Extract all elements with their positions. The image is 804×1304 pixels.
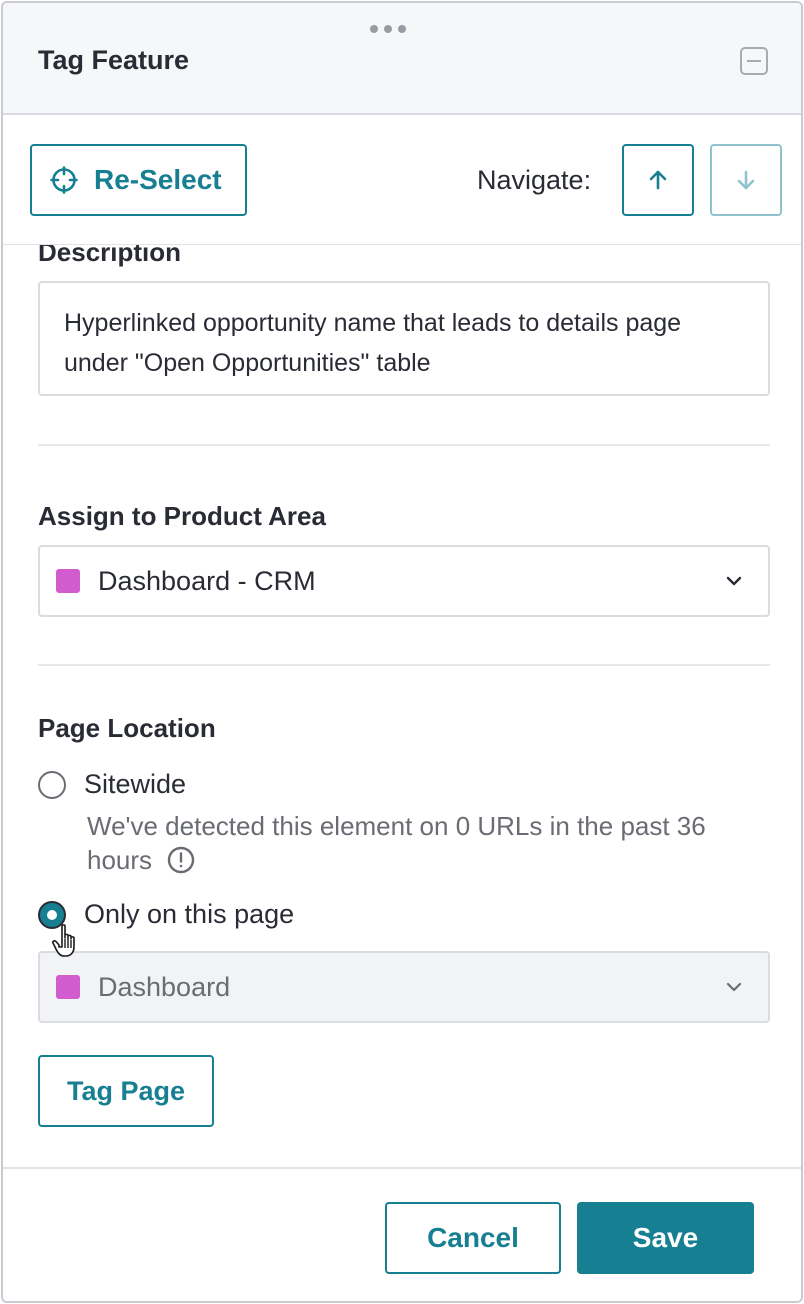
panel-footer: Cancel Save xyxy=(3,1167,801,1301)
product-area-value: Dashboard - CRM xyxy=(98,565,316,596)
panel-header[interactable]: Tag Feature xyxy=(3,3,801,115)
radio-sitewide-label: Sitewide xyxy=(84,769,187,799)
form-content[interactable]: Description Hyperlinked opportunity name… xyxy=(3,245,801,1170)
page-location-label: Page Location xyxy=(38,713,216,743)
tag-feature-panel: Tag Feature Re-Select Navigate: Descript… xyxy=(1,1,803,1303)
navigate-label: Navigate: xyxy=(477,165,592,195)
page-select[interactable]: Dashboard xyxy=(38,951,770,1023)
info-icon[interactable] xyxy=(167,846,195,874)
crosshair-icon xyxy=(50,166,78,194)
chevron-down-icon xyxy=(726,576,742,586)
description-field[interactable]: Hyperlinked opportunity name that leads … xyxy=(38,281,770,396)
sitewide-hint: We've detected this element on 0 URLs in… xyxy=(87,809,727,877)
page-select-value: Dashboard xyxy=(98,971,231,1002)
reselect-button[interactable]: Re-Select xyxy=(30,144,247,216)
product-area-select[interactable]: Dashboard - CRM xyxy=(38,545,770,617)
reselect-label: Re-Select xyxy=(94,164,222,195)
arrow-down-icon xyxy=(737,170,755,190)
description-label: Description xyxy=(38,245,182,267)
product-area-label: Assign to Product Area xyxy=(38,501,326,531)
toolbar: Re-Select Navigate: xyxy=(3,115,801,245)
radio-only-this-page-label: Only on this page xyxy=(84,899,295,929)
tag-page-button[interactable]: Tag Page xyxy=(38,1055,214,1127)
panel-title: Tag Feature xyxy=(38,45,190,75)
radio-sitewide[interactable]: Sitewide xyxy=(38,769,186,800)
chevron-down-icon xyxy=(726,982,742,992)
cancel-button[interactable]: Cancel xyxy=(385,1202,561,1274)
divider xyxy=(38,444,770,446)
hand-pointer-cursor-icon xyxy=(51,924,75,957)
radio-button-unchecked[interactable] xyxy=(38,770,66,799)
drag-handle-dots-icon[interactable] xyxy=(368,23,408,35)
product-area-color-swatch xyxy=(56,569,80,593)
navigate-down-button[interactable] xyxy=(710,144,782,216)
minimize-icon[interactable] xyxy=(740,47,768,75)
navigate-up-button[interactable] xyxy=(622,144,694,216)
divider xyxy=(38,664,770,666)
save-button[interactable]: Save xyxy=(577,1202,754,1274)
page-color-swatch xyxy=(56,975,80,999)
arrow-up-icon xyxy=(649,170,667,190)
